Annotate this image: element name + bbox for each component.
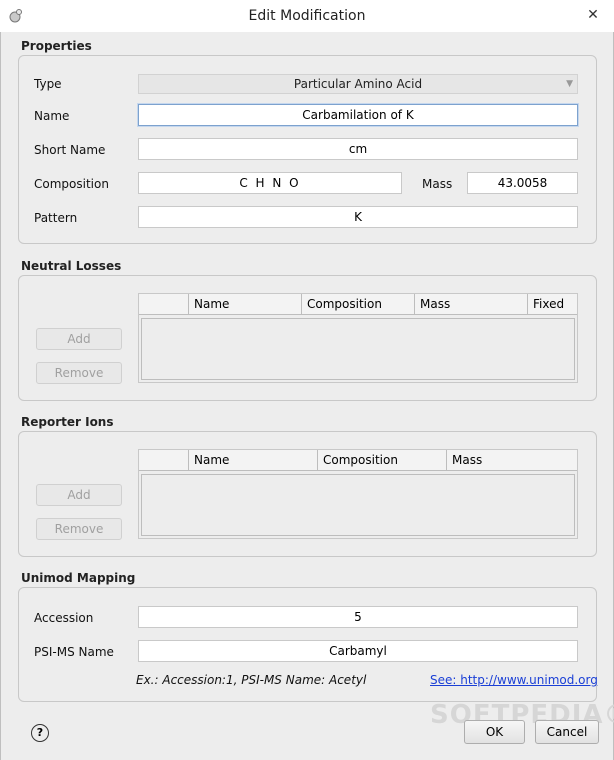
accession-field[interactable]: 5 <box>138 606 578 628</box>
short-name-field[interactable]: cm <box>138 138 578 160</box>
accession-label: Accession <box>34 611 94 625</box>
short-name-label: Short Name <box>34 143 106 157</box>
row-header-column <box>139 450 189 470</box>
psims-name-label: PSI-MS Name <box>34 645 114 659</box>
psims-name-field[interactable]: Carbamyl <box>138 640 578 662</box>
mass-field[interactable]: 43.0058 <box>467 172 578 194</box>
reporter-ions-title: Reporter Ions <box>21 415 114 429</box>
reporter-ion-remove-button[interactable]: Remove <box>36 518 122 540</box>
type-select-value: Particular Amino Acid <box>293 77 423 91</box>
column-header-mass[interactable]: Mass <box>447 450 577 470</box>
neutral-losses-table-body[interactable] <box>141 318 575 380</box>
column-header-fixed[interactable]: Fixed <box>528 294 577 314</box>
neutral-loss-remove-button[interactable]: Remove <box>36 362 122 384</box>
row-header-column <box>139 294 189 314</box>
reporter-ions-table[interactable]: Name Composition Mass <box>138 449 578 539</box>
neutral-loss-add-button[interactable]: Add <box>36 328 122 350</box>
type-select[interactable]: Particular Amino Acid ▼ <box>138 74 578 94</box>
mass-label: Mass <box>422 177 453 191</box>
column-header-composition[interactable]: Composition <box>318 450 447 470</box>
close-button[interactable]: ✕ <box>578 3 608 27</box>
composition-field[interactable]: C H N O <box>138 172 402 194</box>
ok-button[interactable]: OK <box>464 720 525 744</box>
name-field[interactable]: Carbamilation of K <box>138 104 578 126</box>
chevron-down-icon: ▼ <box>566 79 573 89</box>
neutral-losses-table[interactable]: Name Composition Mass Fixed <box>138 293 578 383</box>
column-header-name[interactable]: Name <box>189 294 302 314</box>
neutral-losses-title: Neutral Losses <box>21 259 122 273</box>
table-header: Name Composition Mass Fixed <box>139 294 577 315</box>
title-bar: Edit Modification ✕ <box>0 0 614 33</box>
cancel-button[interactable]: Cancel <box>535 720 599 744</box>
pattern-field[interactable]: K <box>138 206 578 228</box>
window-title: Edit Modification <box>248 8 366 24</box>
column-header-composition[interactable]: Composition <box>302 294 415 314</box>
composition-label: Composition <box>34 177 109 191</box>
pattern-label: Pattern <box>34 211 78 225</box>
unimod-title: Unimod Mapping <box>21 571 136 585</box>
unimod-hint: Ex.: Accession:1, PSI-MS Name: Acetyl <box>136 673 367 687</box>
column-header-mass[interactable]: Mass <box>415 294 528 314</box>
reporter-ions-table-body[interactable] <box>141 474 575 536</box>
table-header: Name Composition Mass <box>139 450 577 471</box>
type-label: Type <box>34 77 62 91</box>
help-icon[interactable]: ? <box>31 724 49 742</box>
properties-title: Properties <box>21 39 92 53</box>
name-label: Name <box>34 109 70 123</box>
unimod-link[interactable]: See: http://www.unimod.org <box>430 673 598 687</box>
reporter-ion-add-button[interactable]: Add <box>36 484 122 506</box>
column-header-name[interactable]: Name <box>189 450 318 470</box>
